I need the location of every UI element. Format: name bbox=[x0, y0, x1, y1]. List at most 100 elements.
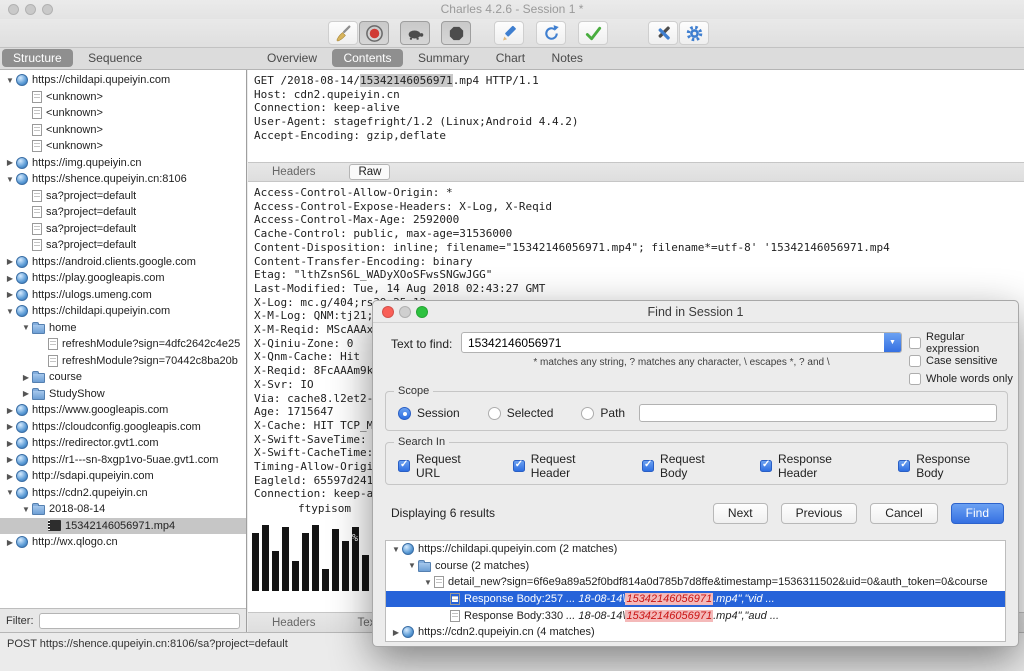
tree-row[interactable]: ▼ https://cdn2.qupeiyin.cn bbox=[0, 485, 246, 502]
tree-row[interactable]: ▶ https://img.qupeiyin.cn bbox=[0, 155, 246, 172]
close-window-button[interactable] bbox=[8, 4, 19, 15]
tab-response-raw[interactable]: Raw bbox=[349, 164, 391, 180]
tree-row[interactable]: ▼ https://shence.qupeiyin.cn:8106 bbox=[0, 171, 246, 188]
breakpoints-button[interactable] bbox=[441, 21, 471, 45]
zoom-window-button[interactable] bbox=[42, 4, 53, 15]
disclosure-triangle[interactable]: ▶ bbox=[4, 290, 16, 299]
request-header-checkbox[interactable] bbox=[512, 459, 525, 472]
checkbox-icon[interactable] bbox=[909, 337, 921, 349]
tree-row[interactable]: ▶ StudyShow bbox=[0, 386, 246, 403]
tree-row[interactable]: refreshModule?sign=70442c8ba20b bbox=[0, 353, 246, 370]
tree-row[interactable]: <unknown> bbox=[0, 89, 246, 106]
disclosure-triangle[interactable]: ▼ bbox=[4, 175, 16, 184]
checkbox-icon[interactable] bbox=[909, 373, 921, 385]
response-header-checkbox[interactable] bbox=[759, 459, 772, 472]
tab-notes[interactable]: Notes bbox=[541, 49, 594, 67]
result-row[interactable]: Response Body:330 ... 18-08-14\153421460… bbox=[386, 607, 1005, 624]
tree-row[interactable]: ▶ http://wx.qlogo.cn bbox=[0, 534, 246, 551]
disclosure-triangle[interactable]: ▼ bbox=[20, 505, 32, 514]
disclosure-triangle[interactable]: ▼ bbox=[406, 561, 418, 570]
disclosure-triangle[interactable]: ▼ bbox=[20, 323, 32, 332]
disclosure-triangle[interactable]: ▼ bbox=[390, 545, 402, 554]
previous-button[interactable]: Previous bbox=[780, 502, 858, 524]
disclosure-triangle[interactable]: ▶ bbox=[4, 472, 16, 481]
tools-button[interactable] bbox=[648, 21, 678, 45]
tab-structure[interactable]: Structure bbox=[2, 49, 73, 67]
request-url-checkbox[interactable] bbox=[398, 459, 410, 472]
disclosure-triangle[interactable]: ▶ bbox=[20, 389, 32, 398]
tree-row[interactable]: ▶ https://r1---sn-8xgp1vo-5uae.gvt1.com bbox=[0, 452, 246, 469]
disclosure-triangle[interactable]: ▶ bbox=[4, 257, 16, 266]
disclosure-triangle[interactable]: ▶ bbox=[4, 455, 16, 464]
tree-row[interactable]: ▼ home bbox=[0, 320, 246, 337]
tree-row[interactable]: sa?project=default bbox=[0, 237, 246, 254]
disclosure-triangle[interactable]: ▼ bbox=[4, 488, 16, 497]
find-input[interactable] bbox=[462, 335, 884, 350]
disclosure-triangle[interactable]: ▶ bbox=[4, 158, 16, 167]
scope-path-radio[interactable] bbox=[581, 406, 595, 420]
find-history-dropdown[interactable]: ▼ bbox=[884, 333, 901, 352]
filter-input[interactable] bbox=[38, 612, 240, 629]
next-button[interactable]: Next bbox=[712, 502, 768, 524]
find-button[interactable]: Find bbox=[950, 502, 1004, 524]
disclosure-triangle[interactable]: ▶ bbox=[4, 406, 16, 415]
checkbox-icon[interactable] bbox=[909, 355, 921, 367]
regex-option[interactable]: Regular expression bbox=[909, 331, 1018, 355]
scope-session-radio[interactable] bbox=[398, 406, 411, 420]
disclosure-triangle[interactable]: ▶ bbox=[4, 538, 16, 547]
tab-response-headers[interactable]: Headers bbox=[264, 165, 323, 179]
tree-row[interactable]: ▼ https://childapi.qupeiyin.com bbox=[0, 303, 246, 320]
tree-row[interactable]: sa?project=default bbox=[0, 204, 246, 221]
tree-row[interactable]: sa?project=default bbox=[0, 221, 246, 238]
result-row[interactable]: ▼ https://childapi.qupeiyin.com (2 match… bbox=[386, 541, 1005, 558]
validate-button[interactable] bbox=[578, 21, 608, 45]
tree-row[interactable]: ▶ course bbox=[0, 369, 246, 386]
scope-selected-radio[interactable] bbox=[487, 406, 501, 420]
tab-summary[interactable]: Summary bbox=[407, 49, 480, 67]
disclosure-triangle[interactable]: ▼ bbox=[4, 307, 16, 316]
tab-bottom-headers[interactable]: Headers bbox=[264, 616, 323, 630]
result-row[interactable]: ▶ https://cdn2.qupeiyin.cn (4 matches) bbox=[386, 624, 1005, 641]
compose-button[interactable] bbox=[494, 21, 524, 45]
tree-row[interactable]: ▶ https://cloudconfig.googleapis.com bbox=[0, 419, 246, 436]
cancel-button[interactable]: Cancel bbox=[870, 502, 938, 524]
minimize-window-button[interactable] bbox=[25, 4, 36, 15]
tree-row[interactable]: ▶ https://www.googleapis.com bbox=[0, 402, 246, 419]
zoom-dialog-button[interactable] bbox=[416, 306, 428, 318]
tree-row[interactable]: ▼ 2018-08-14 bbox=[0, 501, 246, 518]
tree-row[interactable]: ▶ https://android.clients.google.com bbox=[0, 254, 246, 271]
tab-contents[interactable]: Contents bbox=[332, 49, 403, 67]
disclosure-triangle[interactable]: ▼ bbox=[422, 578, 434, 587]
tree-row[interactable]: <unknown> bbox=[0, 122, 246, 139]
tree-row[interactable]: ▶ http://sdapi.qupeiyin.com bbox=[0, 468, 246, 485]
result-row[interactable]: Response Body:257 ... 18-08-14\153421460… bbox=[386, 590, 1005, 608]
disclosure-triangle[interactable]: ▶ bbox=[20, 373, 32, 382]
close-dialog-button[interactable] bbox=[382, 306, 394, 318]
whole-words-option[interactable]: Whole words only bbox=[909, 370, 1018, 388]
tree-row[interactable]: <unknown> bbox=[0, 105, 246, 122]
disclosure-triangle[interactable]: ▶ bbox=[4, 274, 16, 283]
scope-path-input[interactable] bbox=[639, 404, 997, 422]
tree-row[interactable]: refreshModule?sign=4dfc2642c4e25 bbox=[0, 336, 246, 353]
request-body-checkbox[interactable] bbox=[642, 459, 655, 472]
response-body-checkbox[interactable] bbox=[898, 459, 911, 472]
tree-row[interactable]: 15342146056971.mp4 bbox=[0, 517, 246, 534]
tab-overview[interactable]: Overview bbox=[256, 49, 328, 67]
result-row[interactable]: ▼ course (2 matches) bbox=[386, 558, 1005, 575]
throttle-button[interactable] bbox=[400, 21, 430, 45]
tree-row[interactable]: ▶ https://ulogs.umeng.com bbox=[0, 287, 246, 304]
clear-session-button[interactable] bbox=[328, 21, 358, 45]
tab-sequence[interactable]: Sequence bbox=[77, 49, 153, 67]
tree-row[interactable]: sa?project=default bbox=[0, 188, 246, 205]
disclosure-triangle[interactable]: ▼ bbox=[4, 76, 16, 85]
disclosure-triangle[interactable]: ▶ bbox=[390, 628, 402, 637]
settings-button[interactable] bbox=[679, 21, 709, 45]
minimize-dialog-button[interactable] bbox=[399, 306, 411, 318]
tree-row[interactable]: ▶ https://redirector.gvt1.com bbox=[0, 435, 246, 452]
tree-row[interactable]: <unknown> bbox=[0, 138, 246, 155]
result-row[interactable]: ▼ detail_new?sign=6f6e9a89a52f0bdf814a0d… bbox=[386, 574, 1005, 591]
disclosure-triangle[interactable]: ▶ bbox=[4, 439, 16, 448]
repeat-button[interactable] bbox=[536, 21, 566, 45]
record-button[interactable] bbox=[359, 21, 389, 45]
tree-row[interactable]: ▼ https://childapi.qupeiyin.com bbox=[0, 72, 246, 89]
